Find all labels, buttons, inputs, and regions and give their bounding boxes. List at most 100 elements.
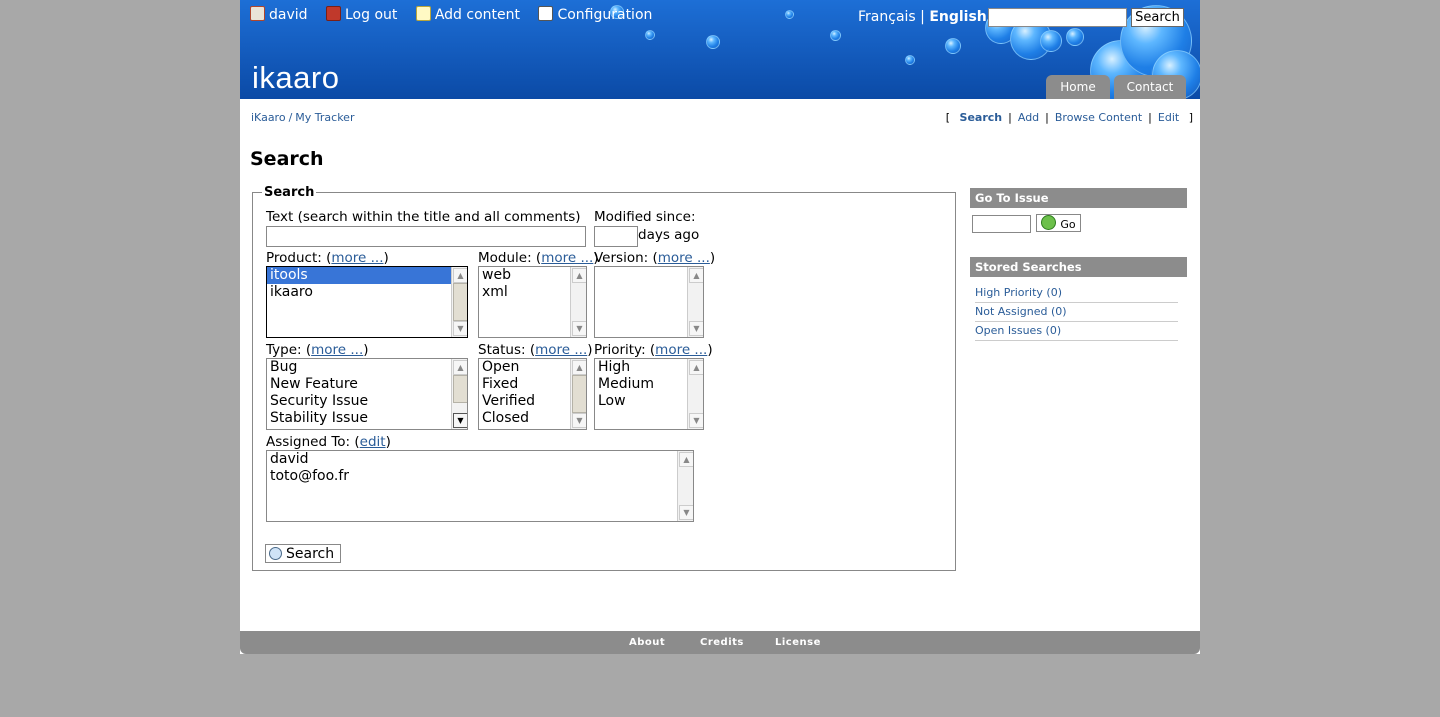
list-option-type[interactable]: Stability Issue — [267, 410, 467, 427]
assigned-edit-link[interactable]: edit — [360, 434, 386, 450]
scroll-down-icon[interactable]: ▼ — [453, 321, 467, 336]
bubble-decoration — [1040, 30, 1062, 52]
action-browse-content-link[interactable]: Browse Content — [1055, 111, 1142, 124]
scroll-thumb[interactable] — [453, 283, 467, 321]
module-more-link[interactable]: more ... — [541, 250, 593, 266]
configuration-link[interactable]: Configuration — [538, 6, 652, 23]
action-add-link[interactable]: Add — [1018, 111, 1039, 124]
priority-scrollbar[interactable]: ▲ ▼ — [687, 359, 703, 429]
version-scrollbar[interactable]: ▲ ▼ — [687, 267, 703, 337]
site-search-button[interactable]: Search — [1131, 8, 1184, 27]
magnifier-icon — [269, 546, 282, 560]
action-edit-link[interactable]: Edit — [1158, 111, 1179, 124]
user-link[interactable]: david — [250, 6, 308, 23]
action-search-link[interactable]: Search — [960, 111, 1003, 124]
bubble-decoration — [706, 35, 720, 49]
scroll-down-icon[interactable]: ▼ — [689, 321, 703, 336]
arrow-right-icon — [1041, 215, 1057, 230]
bubble-decoration — [830, 30, 841, 41]
footer-about-link[interactable]: About — [629, 637, 665, 648]
scroll-thumb[interactable] — [572, 375, 586, 413]
breadcrumb-root-link[interactable]: iKaaro — [251, 111, 286, 124]
bubble-decoration — [645, 30, 655, 40]
scroll-up-icon[interactable]: ▲ — [453, 268, 467, 283]
type-scrollbar[interactable]: ▲ ▼ — [451, 359, 467, 429]
scroll-up-icon[interactable]: ▲ — [679, 452, 693, 467]
site-logo[interactable]: ikaaro — [252, 60, 339, 96]
footer-license-link[interactable]: License — [775, 637, 821, 648]
status-label: Status: (more ...) — [478, 342, 593, 358]
stored-search-link[interactable]: High Priority (0) — [975, 284, 1178, 303]
days-ago-label: days ago — [638, 227, 700, 243]
list-option-assignee[interactable]: toto@foo.fr — [267, 468, 693, 485]
search-submit-button[interactable]: Search — [265, 544, 341, 563]
actions-close-bracket: ] — [1188, 111, 1193, 124]
status-listbox[interactable]: Open Fixed Verified Closed ▲ ▼ — [478, 358, 587, 430]
breadcrumb-separator: / — [288, 111, 293, 124]
actions-open-bracket: [ — [945, 111, 951, 124]
priority-more-link[interactable]: more ... — [655, 342, 707, 358]
text-search-input[interactable] — [266, 226, 586, 247]
stored-search-link[interactable]: Open Issues (0) — [975, 322, 1178, 341]
status-scrollbar[interactable]: ▲ ▼ — [570, 359, 586, 429]
go-to-issue-heading: Go To Issue — [970, 188, 1187, 208]
bubble-decoration — [1066, 28, 1084, 46]
assigned-scrollbar[interactable]: ▲ ▼ — [677, 451, 693, 521]
site-search-input[interactable] — [988, 8, 1127, 27]
language-switcher: Français | English — [858, 9, 987, 25]
footer: About Credits License — [240, 631, 1200, 654]
modified-since-label: Modified since: — [594, 209, 696, 225]
module-scrollbar[interactable]: ▲ ▼ — [570, 267, 586, 337]
scroll-up-icon[interactable]: ▲ — [572, 268, 586, 283]
modified-days-input[interactable] — [594, 226, 638, 247]
list-option-product[interactable]: itools — [267, 267, 452, 285]
logout-link[interactable]: Log out — [325, 6, 397, 23]
context-actions: [ Search | Add | Browse Content | Edit ] — [946, 111, 1193, 124]
list-option-type[interactable]: Bug — [267, 359, 467, 376]
footer-credits-link[interactable]: Credits — [700, 637, 744, 648]
scroll-up-icon[interactable]: ▲ — [572, 360, 586, 375]
module-listbox[interactable]: web xml ▲ ▼ — [478, 266, 587, 338]
list-option-assignee[interactable]: david — [267, 451, 693, 468]
product-more-link[interactable]: more ... — [331, 250, 383, 266]
list-option-product[interactable]: ikaaro — [267, 284, 467, 301]
tab-home[interactable]: Home — [1046, 75, 1110, 99]
scroll-down-icon[interactable]: ▼ — [572, 413, 586, 428]
product-listbox[interactable]: itools ikaaro ▲ ▼ — [266, 266, 468, 338]
priority-listbox[interactable]: High Medium Low ▲ ▼ — [594, 358, 704, 430]
scroll-thumb[interactable] — [453, 375, 467, 403]
breadcrumb-current-link[interactable]: My Tracker — [295, 111, 354, 124]
lang-french-link[interactable]: Français — [858, 9, 916, 25]
scroll-up-icon[interactable]: ▲ — [689, 268, 703, 283]
scroll-up-icon[interactable]: ▲ — [453, 360, 467, 375]
lang-english-link[interactable]: English — [929, 9, 986, 25]
scroll-down-icon[interactable]: ▼ — [572, 321, 586, 336]
scroll-down-icon[interactable]: ▼ — [453, 413, 467, 428]
scroll-down-icon[interactable]: ▼ — [689, 413, 703, 428]
go-button[interactable]: Go — [1036, 214, 1081, 232]
add-content-link[interactable]: Add content — [415, 6, 520, 23]
assigned-to-listbox[interactable]: david toto@foo.fr ▲ ▼ — [266, 450, 694, 522]
list-option-type[interactable]: New Feature — [267, 376, 467, 393]
bubble-decoration — [945, 38, 961, 54]
scroll-up-icon[interactable]: ▲ — [689, 360, 703, 375]
type-listbox[interactable]: Bug New Feature Security Issue Stability… — [266, 358, 468, 430]
version-more-link[interactable]: more ... — [658, 250, 710, 266]
tab-contact[interactable]: Contact — [1114, 75, 1186, 99]
issue-number-input[interactable] — [972, 215, 1031, 233]
list-option-type[interactable]: Security Issue — [267, 393, 467, 410]
stored-search-link[interactable]: Not Assigned (0) — [975, 303, 1178, 322]
top-links: david Log out Add content Configuration — [250, 6, 666, 23]
product-scrollbar[interactable]: ▲ ▼ — [451, 267, 467, 337]
search-form-legend: Search — [264, 185, 315, 200]
stored-searches-heading: Stored Searches — [970, 257, 1187, 277]
priority-label: Priority: (more ...) — [594, 342, 713, 358]
home-icon — [250, 6, 265, 21]
status-more-link[interactable]: more ... — [535, 342, 587, 358]
header: david Log out Add content Configuration … — [240, 0, 1200, 99]
bubble-decoration — [785, 10, 794, 19]
version-listbox[interactable]: ▲ ▼ — [594, 266, 704, 338]
scroll-down-icon[interactable]: ▼ — [679, 505, 693, 520]
assigned-to-label: Assigned To: (edit) — [266, 434, 391, 450]
type-more-link[interactable]: more ... — [311, 342, 363, 358]
